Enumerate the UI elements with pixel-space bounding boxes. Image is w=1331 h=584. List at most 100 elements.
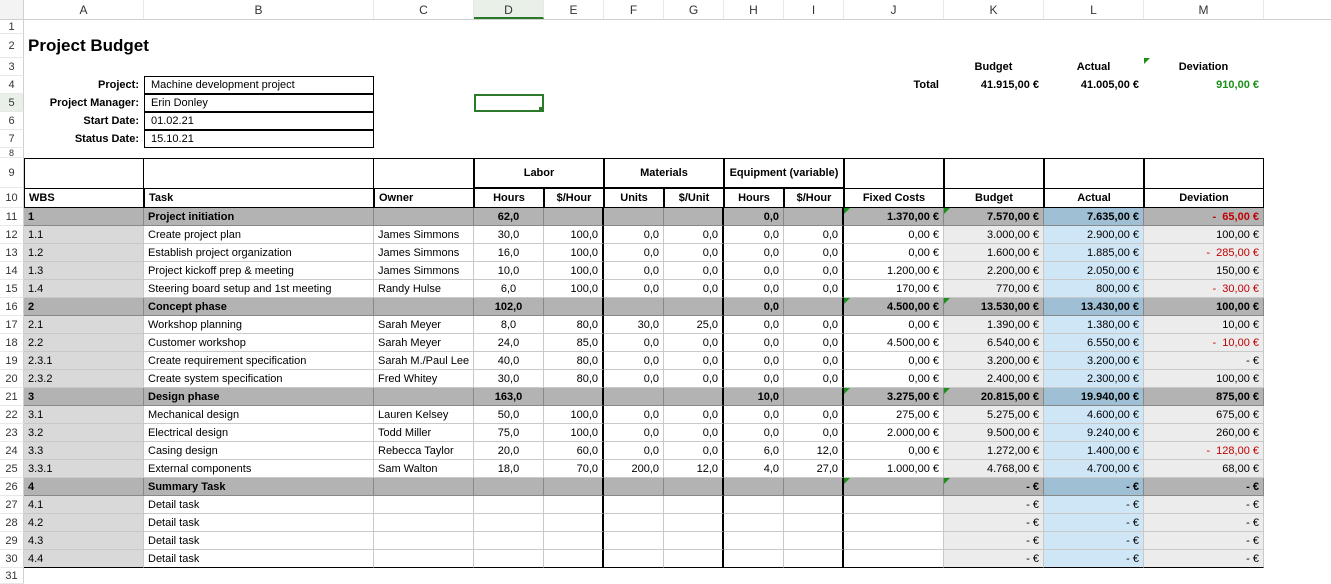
owner-cell[interactable]	[374, 514, 474, 532]
eq-hours-cell[interactable]: 0,0	[724, 280, 784, 298]
mat-cost-cell[interactable]	[664, 496, 724, 514]
wbs-cell[interactable]: 2.3.1	[24, 352, 144, 370]
row-header[interactable]: 17	[0, 316, 24, 334]
mat-cost-cell[interactable]	[664, 532, 724, 550]
mat-units-cell[interactable]	[604, 496, 664, 514]
wbs-cell[interactable]: 3.3	[24, 442, 144, 460]
actual-cell[interactable]: 800,00 €	[1044, 280, 1144, 298]
actual-cell[interactable]: 2.900,00 €	[1044, 226, 1144, 244]
eq-hours-cell[interactable]: 0,0	[724, 208, 784, 226]
row-header[interactable]: 19	[0, 352, 24, 370]
labor-rate-cell[interactable]	[544, 298, 604, 316]
actual-cell[interactable]: 4.600,00 €	[1044, 406, 1144, 424]
mat-units-cell[interactable]: 0,0	[604, 424, 664, 442]
owner-cell[interactable]: James Simmons	[374, 244, 474, 262]
owner-cell[interactable]	[374, 298, 474, 316]
budget-cell[interactable]: 20.815,00 €	[944, 388, 1044, 406]
budget-cell[interactable]: 3.200,00 €	[944, 352, 1044, 370]
eq-hours-cell[interactable]	[724, 550, 784, 568]
deviation-cell[interactable]: - 10,00 €	[1144, 334, 1264, 352]
owner-cell[interactable]: Fred Whitey	[374, 370, 474, 388]
mat-cost-cell[interactable]: 0,0	[664, 226, 724, 244]
row-header[interactable]: 31	[0, 568, 24, 584]
fixed-cell[interactable]	[844, 478, 944, 496]
column-header[interactable]: C	[374, 0, 474, 19]
eq-rate-cell[interactable]: 0,0	[784, 406, 844, 424]
eq-hours-cell[interactable]: 0,0	[724, 406, 784, 424]
task-cell[interactable]: Detail task	[144, 514, 374, 532]
budget-cell[interactable]: - €	[944, 478, 1044, 496]
row-header[interactable]: 16	[0, 298, 24, 316]
labor-rate-cell[interactable]: 80,0	[544, 370, 604, 388]
mat-cost-cell[interactable]	[664, 550, 724, 568]
mat-cost-cell[interactable]: 0,0	[664, 334, 724, 352]
labor-hours-cell[interactable]	[474, 496, 544, 514]
eq-rate-cell[interactable]: 0,0	[784, 424, 844, 442]
mat-cost-cell[interactable]	[664, 388, 724, 406]
owner-cell[interactable]	[374, 208, 474, 226]
eq-hours-cell[interactable]	[724, 478, 784, 496]
actual-cell[interactable]: 1.380,00 €	[1044, 316, 1144, 334]
mat-cost-cell[interactable]: 0,0	[664, 406, 724, 424]
labor-rate-cell[interactable]	[544, 208, 604, 226]
mat-cost-cell[interactable]: 0,0	[664, 280, 724, 298]
mat-cost-cell[interactable]	[664, 298, 724, 316]
mat-cost-cell[interactable]: 0,0	[664, 244, 724, 262]
task-cell[interactable]: Create system specification	[144, 370, 374, 388]
select-all-corner[interactable]	[0, 0, 24, 19]
fixed-cell[interactable]: 0,00 €	[844, 316, 944, 334]
actual-cell[interactable]: - €	[1044, 496, 1144, 514]
actual-cell[interactable]: - €	[1044, 514, 1144, 532]
task-cell[interactable]: Workshop planning	[144, 316, 374, 334]
row-header[interactable]: 28	[0, 514, 24, 532]
budget-cell[interactable]: 6.540,00 €	[944, 334, 1044, 352]
eq-rate-cell[interactable]: 0,0	[784, 352, 844, 370]
mat-units-cell[interactable]	[604, 532, 664, 550]
fixed-cell[interactable]	[844, 514, 944, 532]
task-cell[interactable]: Mechanical design	[144, 406, 374, 424]
wbs-cell[interactable]: 4.2	[24, 514, 144, 532]
row-header[interactable]: 26	[0, 478, 24, 496]
budget-cell[interactable]: 2.400,00 €	[944, 370, 1044, 388]
fixed-cell[interactable]: 0,00 €	[844, 226, 944, 244]
eq-rate-cell[interactable]: 0,0	[784, 280, 844, 298]
labor-rate-cell[interactable]: 100,0	[544, 424, 604, 442]
labor-hours-cell[interactable]: 8,0	[474, 316, 544, 334]
actual-cell[interactable]: - €	[1044, 550, 1144, 568]
column-header[interactable]: B	[144, 0, 374, 19]
labor-hours-cell[interactable]: 24,0	[474, 334, 544, 352]
labor-rate-cell[interactable]: 100,0	[544, 226, 604, 244]
wbs-cell[interactable]: 1.2	[24, 244, 144, 262]
eq-rate-cell[interactable]: 0,0	[784, 316, 844, 334]
owner-cell[interactable]	[374, 496, 474, 514]
wbs-cell[interactable]: 3.3.1	[24, 460, 144, 478]
labor-hours-cell[interactable]: 75,0	[474, 424, 544, 442]
actual-cell[interactable]: 1.885,00 €	[1044, 244, 1144, 262]
column-header[interactable]: K	[944, 0, 1044, 19]
row-header[interactable]: 5	[0, 94, 24, 112]
budget-cell[interactable]: 3.000,00 €	[944, 226, 1044, 244]
wbs-cell[interactable]: 1.1	[24, 226, 144, 244]
labor-rate-cell[interactable]: 70,0	[544, 460, 604, 478]
owner-cell[interactable]	[374, 478, 474, 496]
labor-hours-cell[interactable]: 20,0	[474, 442, 544, 460]
task-cell[interactable]: Create requirement specification	[144, 352, 374, 370]
mat-cost-cell[interactable]: 0,0	[664, 424, 724, 442]
eq-hours-cell[interactable]	[724, 532, 784, 550]
eq-hours-cell[interactable]: 0,0	[724, 424, 784, 442]
labor-hours-cell[interactable]	[474, 532, 544, 550]
eq-hours-cell[interactable]	[724, 514, 784, 532]
actual-cell[interactable]: 3.200,00 €	[1044, 352, 1144, 370]
actual-cell[interactable]: 2.050,00 €	[1044, 262, 1144, 280]
row-header[interactable]: 13	[0, 244, 24, 262]
fixed-cell[interactable]: 0,00 €	[844, 442, 944, 460]
labor-hours-cell[interactable]: 30,0	[474, 226, 544, 244]
fixed-cell[interactable]	[844, 550, 944, 568]
mat-units-cell[interactable]: 0,0	[604, 442, 664, 460]
eq-rate-cell[interactable]	[784, 478, 844, 496]
owner-cell[interactable]: Sarah Meyer	[374, 334, 474, 352]
wbs-cell[interactable]: 2	[24, 298, 144, 316]
deviation-cell[interactable]: 100,00 €	[1144, 370, 1264, 388]
column-header[interactable]: G	[664, 0, 724, 19]
eq-hours-cell[interactable]: 0,0	[724, 226, 784, 244]
